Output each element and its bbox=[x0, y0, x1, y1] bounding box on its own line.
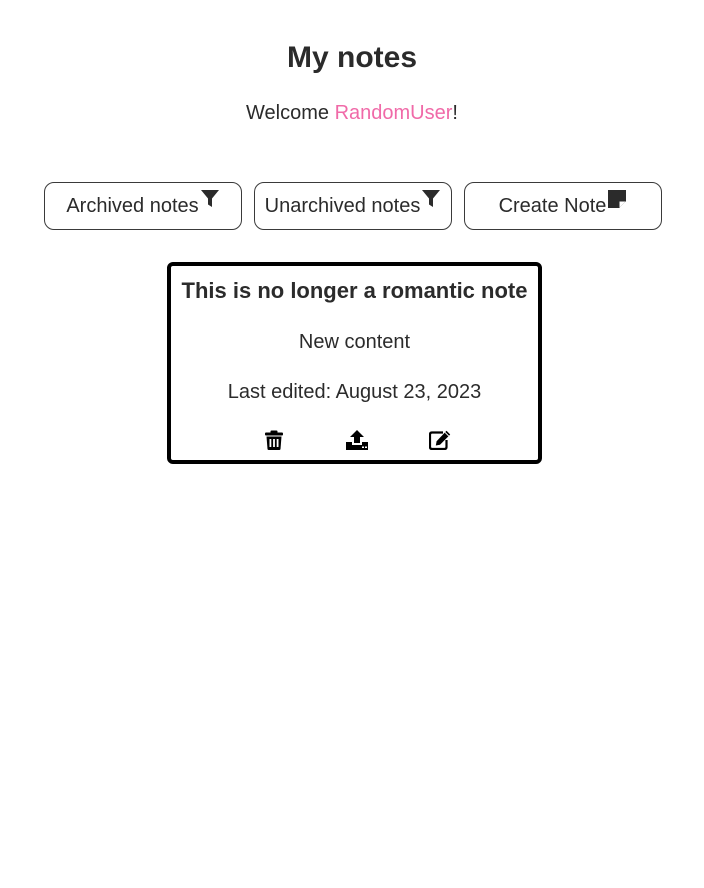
note-card: This is no longer a romantic note New co… bbox=[167, 262, 542, 464]
filter-icon bbox=[421, 189, 441, 215]
unarchived-notes-label: Unarchived notes bbox=[264, 195, 421, 217]
upload-icon bbox=[346, 429, 368, 455]
note-last-edited: Last edited: August 23, 2023 bbox=[227, 381, 482, 403]
edit-note-button[interactable] bbox=[428, 430, 452, 454]
archived-notes-button[interactable]: Archived notes bbox=[44, 182, 242, 230]
notes-page: My notes Welcome RandomUser! Archived no… bbox=[0, 0, 704, 888]
note-content: New content bbox=[298, 331, 411, 353]
username: RandomUser bbox=[334, 102, 453, 124]
create-note-label: Create Note bbox=[498, 195, 607, 217]
welcome-prefix: Welcome bbox=[246, 102, 335, 124]
note-title: This is no longer a romantic note bbox=[181, 278, 528, 303]
sticky-note-icon bbox=[607, 189, 627, 215]
welcome-message: Welcome RandomUser! bbox=[0, 100, 704, 126]
filter-icon bbox=[200, 189, 220, 215]
archived-notes-label: Archived notes bbox=[66, 195, 199, 217]
unarchived-notes-button[interactable]: Unarchived notes bbox=[254, 182, 452, 230]
create-note-button[interactable]: Create Note bbox=[464, 182, 662, 230]
unarchive-note-button[interactable] bbox=[345, 429, 369, 455]
welcome-suffix: ! bbox=[452, 102, 458, 124]
page-title: My notes bbox=[286, 41, 418, 74]
edit-icon bbox=[428, 430, 451, 455]
delete-note-button[interactable] bbox=[262, 430, 286, 454]
trash-icon bbox=[265, 430, 283, 455]
